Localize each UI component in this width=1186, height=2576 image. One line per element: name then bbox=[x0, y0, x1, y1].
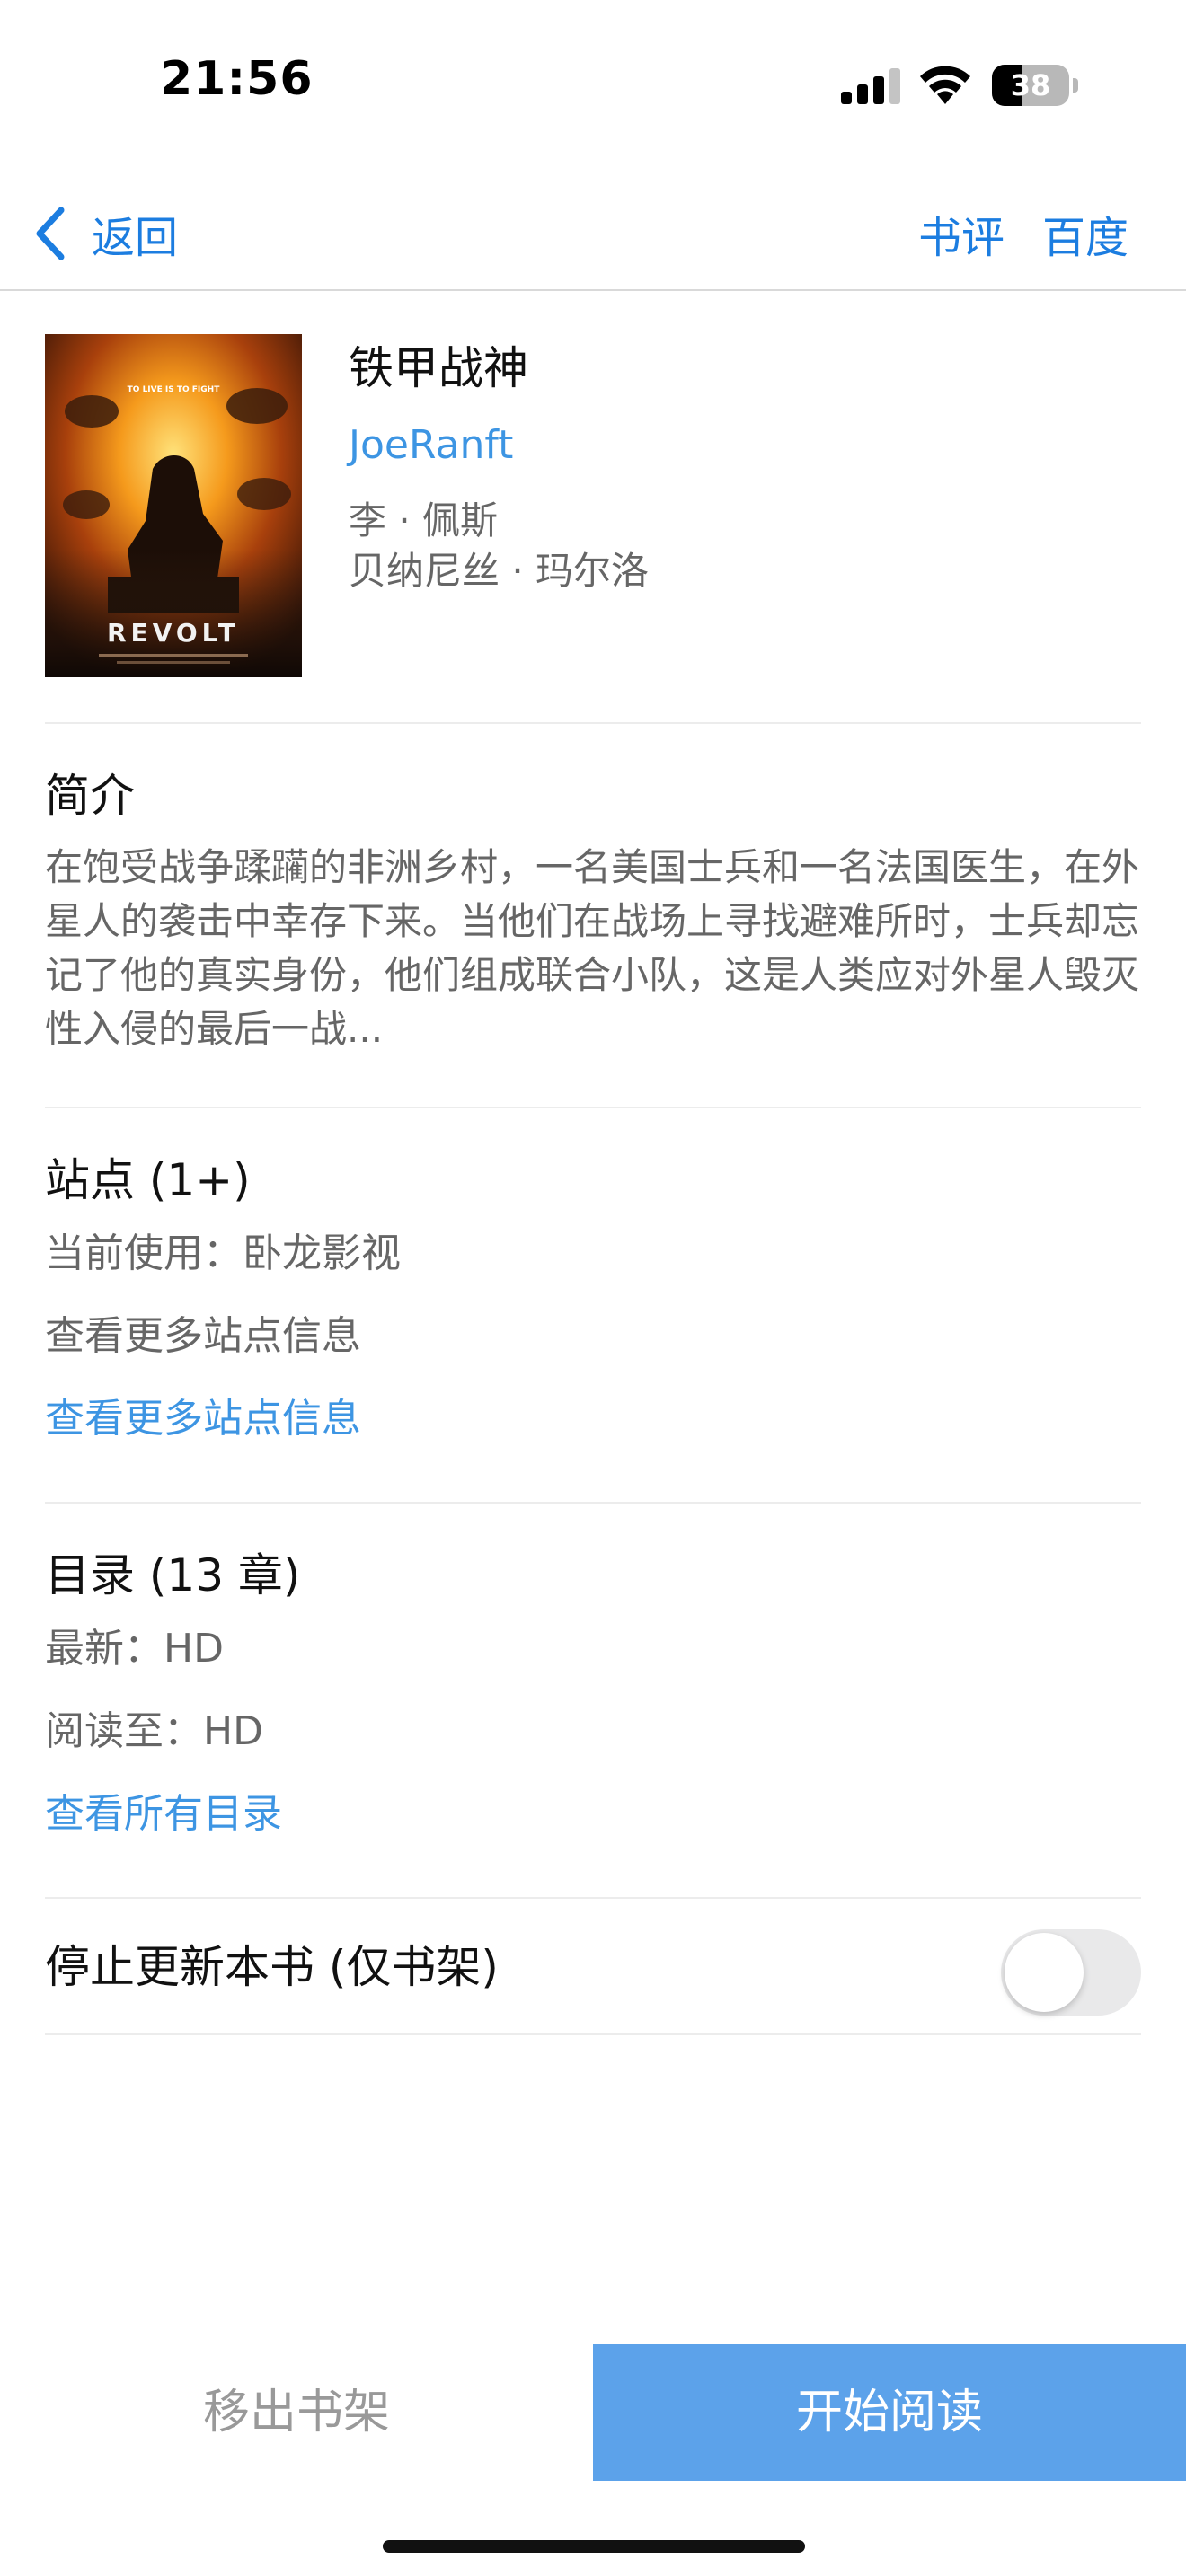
cast-member: 贝纳尼丝 · 玛尔洛 bbox=[349, 549, 650, 593]
cover-art: TO LIVE IS TO FIGHT REVOLT bbox=[45, 334, 302, 677]
sites-section: 站点 (1+) 当前使用：卧龙影视 查看更多站点信息 查看更多站点信息 bbox=[45, 1108, 1141, 1504]
cover-logo: REVOLT bbox=[107, 618, 240, 648]
all-chapters-link[interactable]: 查看所有目录 bbox=[45, 1773, 1141, 1856]
start-reading-button[interactable]: 开始阅读 bbox=[593, 2344, 1186, 2481]
toggle-knob bbox=[1005, 1933, 1084, 2012]
back-label: 返回 bbox=[92, 213, 179, 263]
nav-actions: 书评 百度 bbox=[918, 198, 1128, 269]
stop-update-toggle[interactable] bbox=[1001, 1929, 1141, 2016]
back-button[interactable]: 返回 bbox=[32, 198, 178, 269]
stop-update-label: 停止更新本书 (仅书架) bbox=[45, 1941, 499, 1993]
toc-title: 目录 (13 章) bbox=[45, 1549, 301, 1601]
cast-member: 李 · 佩斯 bbox=[349, 498, 499, 543]
cellular-signal-icon bbox=[841, 68, 900, 104]
sites-title: 站点 (1+) bbox=[45, 1154, 251, 1206]
intro-text[interactable]: 在饱受战争蹂躏的非洲乡村，一名美国士兵和一名法国医生，在外星人的袭击中幸存下来。… bbox=[45, 841, 1141, 1056]
battery-icon: 38 bbox=[992, 65, 1078, 106]
book-title: 铁甲战神 bbox=[349, 342, 528, 394]
status-time: 21:56 bbox=[160, 52, 314, 106]
cover-tagline: TO LIVE IS TO FIGHT bbox=[128, 385, 221, 394]
navigation-bar: 返回 书评 百度 bbox=[0, 176, 1186, 291]
intro-title: 简介 bbox=[45, 770, 135, 822]
book-info: 铁甲战神 JoeRanft 李 · 佩斯 贝纳尼丝 · 玛尔洛 bbox=[349, 334, 649, 596]
cast-list: 李 · 佩斯 贝纳尼丝 · 玛尔洛 bbox=[349, 496, 649, 596]
book-cover[interactable]: TO LIVE IS TO FIGHT REVOLT bbox=[45, 334, 302, 677]
site-info-text: 查看更多站点信息 bbox=[45, 1313, 361, 1359]
chevron-left-icon bbox=[36, 207, 65, 260]
battery-percent: 38 bbox=[1010, 68, 1051, 102]
wifi-icon bbox=[920, 66, 970, 104]
book-header: TO LIVE IS TO FIGHT REVOLT 铁甲战神 JoeRanft… bbox=[45, 334, 1141, 724]
toc-section: 目录 (13 章) 最新：HD 阅读至：HD 查看所有目录 bbox=[45, 1504, 1141, 1899]
home-indicator[interactable] bbox=[383, 2540, 805, 2553]
stop-update-row: 停止更新本书 (仅书架) bbox=[45, 1899, 1141, 2035]
remove-from-shelf-button[interactable]: 移出书架 bbox=[0, 2344, 593, 2481]
read-progress: 阅读至：HD bbox=[45, 1708, 263, 1754]
current-site: 当前使用：卧龙影视 bbox=[45, 1231, 401, 1276]
book-review-button[interactable]: 书评 bbox=[918, 202, 1005, 265]
bottom-action-bar: 移出书架 开始阅读 bbox=[0, 2344, 1186, 2481]
status-bar: 21:56 38 bbox=[0, 0, 1186, 162]
latest-chapter: 最新：HD bbox=[45, 1626, 224, 1672]
book-author-link[interactable]: JoeRanft bbox=[349, 415, 649, 476]
intro-section: 简介 在饱受战争蹂躏的非洲乡村，一名美国士兵和一名法国医生，在外星人的袭击中幸存… bbox=[45, 724, 1141, 1108]
baidu-button[interactable]: 百度 bbox=[1042, 202, 1128, 265]
more-sites-link[interactable]: 查看更多站点信息 bbox=[45, 1378, 1141, 1460]
